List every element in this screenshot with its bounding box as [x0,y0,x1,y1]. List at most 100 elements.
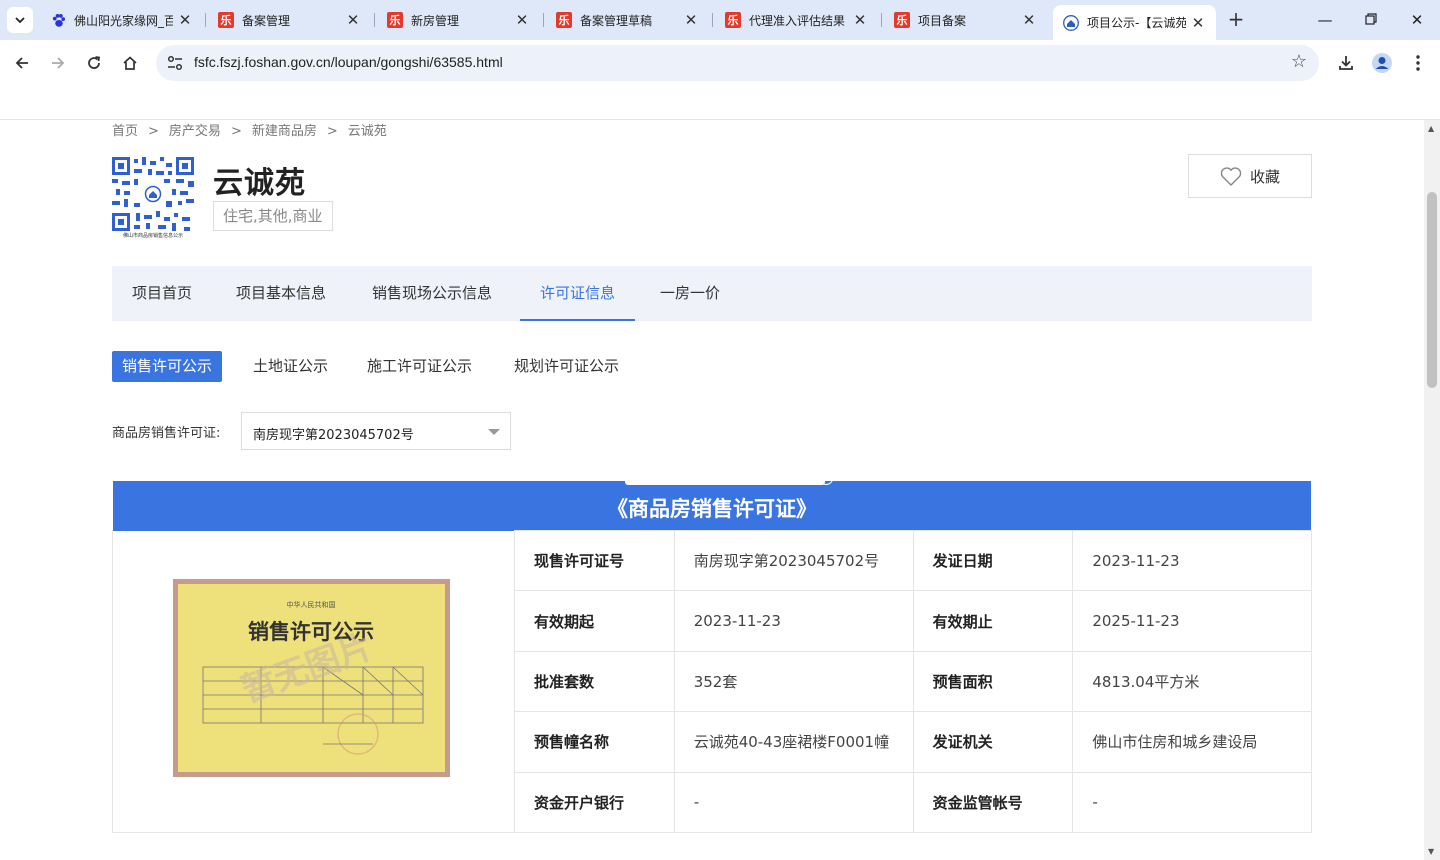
field-label: 有效期起 [514,590,675,652]
tab-title: 项目公示-【云诚苑 [1087,16,1186,30]
le-red-icon: 乐 [894,12,910,28]
certificate-banner: 《商品房销售许可证》 [113,481,1311,531]
subtab-construction-permit[interactable]: 施工许可证公示 [357,351,482,382]
tab-title: 备案管理草稿 [580,13,653,28]
chevron-down-icon [15,17,25,24]
scroll-down-arrow-icon[interactable]: ▼ [1428,847,1434,856]
close-tab-icon[interactable]: ✕ [177,11,193,29]
project-main-nav: 项目首页 项目基本信息 销售现场公示信息 许可证信息 一房一价 [112,266,1312,321]
tab-divider [205,13,206,27]
restore-window-icon[interactable] [1359,8,1383,32]
tab-title: 备案管理 [242,13,291,28]
permit-select-value: 南房现字第2023045702号 [253,428,414,443]
field-label: 预售面积 [912,650,1074,713]
field-value: 2023-11-23 [673,590,914,652]
tab-title: 代理准入评估结果 [749,13,846,28]
field-value: 佛山市住房和城乡建设局 [1072,711,1312,773]
table-row: 现售许可证号 南房现字第2023045702号 发证日期 2023-11-23 [514,529,1312,592]
le-red-icon: 乐 [218,12,234,28]
field-label: 发证机关 [912,711,1074,773]
heart-icon [1220,166,1242,186]
browser-tab-4[interactable]: 乐 备案管理草稿 ✕ [546,5,709,35]
page-scrollbar[interactable]: ▲ ▼ [1424,120,1440,860]
profile-avatar-icon[interactable] [1368,49,1396,77]
project-title: 云诚苑 [213,166,306,201]
browser-tab-1[interactable]: 佛山阳光家缘网_百 ✕ [40,5,203,35]
back-arrow-icon[interactable] [8,49,36,77]
tab-divider [881,13,882,27]
browser-tab-6[interactable]: 乐 项目备案 ✕ [884,5,1047,35]
browser-tab-2[interactable]: 乐 备案管理 ✕ [208,5,371,35]
project-qr-code: 佛山市商品房销售信息公示 [112,157,194,239]
field-label: 资金监管帐号 [912,771,1074,833]
page-viewport: 首页 > 房产交易 > 新建商品房 > 云诚苑 佛山市商品房销售信息公示 云诚苑 住宅 [0,120,1424,860]
subtab-sales-permit[interactable]: 销售许可公示 [112,351,223,382]
scrollbar-thumb[interactable] [1427,192,1437,388]
field-label: 发证日期 [912,529,1074,592]
scroll-up-arrow-icon[interactable]: ▲ [1428,124,1434,133]
browser-toolbar: fsfc.fszj.foshan.gov.cn/loupan/gongshi/6… [0,40,1440,86]
breadcrumb-current: 云诚苑 [347,124,387,139]
certificate-body: 中华人民共和国 销售许可公示 暂无图片 现售许可证号 南房现字第20230457… [112,529,1312,833]
image-top-text: 中华人民共和国 [287,600,336,609]
nav-tab-sales-site-info[interactable]: 销售现场公示信息 [352,266,512,321]
site-info-icon[interactable] [166,54,184,72]
reload-icon[interactable] [80,49,108,77]
certificate-placeholder-image[interactable]: 中华人民共和国 销售许可公示 暂无图片 [173,579,450,777]
browser-tab-active[interactable]: 项目公示-【云诚苑 ✕ [1053,5,1216,40]
tab-search-button[interactable] [7,7,33,33]
permit-number-select[interactable]: 南房现字第2023045702号 [241,412,511,450]
field-value: 南房现字第2023045702号 [673,529,914,592]
download-icon[interactable] [1332,49,1360,77]
nav-tab-basic-info[interactable]: 项目基本信息 [216,266,346,321]
address-bar[interactable]: fsfc.fszj.foshan.gov.cn/loupan/gongshi/6… [156,45,1319,81]
banner-decoration [625,481,825,485]
project-type-tag: 住宅,其他,商业 [213,201,333,231]
le-red-icon: 乐 [725,12,741,28]
baidu-paw-icon [50,12,66,28]
tab-divider [543,13,544,27]
field-value: - [673,771,914,833]
bookmark-star-icon[interactable]: ☆ [1291,51,1307,72]
permit-info-table: 现售许可证号 南房现字第2023045702号 发证日期 2023-11-23 … [514,529,1312,833]
table-row: 有效期起 2023-11-23 有效期止 2025-11-23 [514,590,1312,652]
favorite-button[interactable]: 收藏 [1188,154,1312,198]
certificate-banner-title: 《商品房销售许可证》 [607,497,817,521]
favorite-label: 收藏 [1249,167,1280,186]
field-value: 云诚苑40-43座裙楼F0001幢 [673,711,914,773]
qr-caption: 佛山市商品房销售信息公示 [123,232,183,239]
home-icon[interactable] [116,49,144,77]
le-red-icon: 乐 [387,12,403,28]
breadcrumb-separator: > [148,124,159,139]
tab-title: 项目备案 [918,13,967,28]
breadcrumb-link-home[interactable]: 首页 [112,124,138,139]
le-red-icon: 乐 [556,12,572,28]
table-row: 批准套数 352套 预售面积 4813.04平方米 [514,650,1312,713]
minimize-icon[interactable]: — [1313,8,1337,32]
nav-tab-project-home[interactable]: 项目首页 [112,266,212,321]
close-window-icon[interactable]: ✕ [1405,8,1429,32]
nav-tab-permit-info[interactable]: 许可证信息 [520,266,636,321]
foshan-housing-icon [1063,14,1079,31]
close-tab-icon[interactable]: ✕ [1190,14,1206,32]
close-tab-icon[interactable]: ✕ [1021,11,1037,29]
field-value: 2025-11-23 [1072,590,1312,652]
breadcrumb-link-trade[interactable]: 房产交易 [169,124,221,139]
new-tab-button[interactable]: + [1224,8,1248,32]
close-tab-icon[interactable]: ✕ [514,11,530,29]
forward-arrow-icon[interactable] [44,49,72,77]
subtab-land-certificate[interactable]: 土地证公示 [243,351,338,382]
close-tab-icon[interactable]: ✕ [345,11,361,29]
field-label: 批准套数 [514,650,675,713]
subtab-planning-permit[interactable]: 规划许可证公示 [504,351,629,382]
close-tab-icon[interactable]: ✕ [683,11,699,29]
close-tab-icon[interactable]: ✕ [852,11,868,29]
browser-tab-5[interactable]: 乐 代理准入评估结果 ✕ [715,5,878,35]
breadcrumb-link-new-homes[interactable]: 新建商品房 [252,124,317,139]
browser-tab-bar: 佛山阳光家缘网_百 ✕ 乐 备案管理 ✕ 乐 新房管理 ✕ 乐 备案管理草稿 ✕… [0,0,1440,40]
tab-title: 新房管理 [411,13,460,28]
browser-tab-3[interactable]: 乐 新房管理 ✕ [377,5,540,35]
bookmarks-bar-area [0,86,1440,120]
nav-tab-price-per-unit[interactable]: 一房一价 [640,266,740,321]
more-menu-icon[interactable] [1404,49,1432,77]
